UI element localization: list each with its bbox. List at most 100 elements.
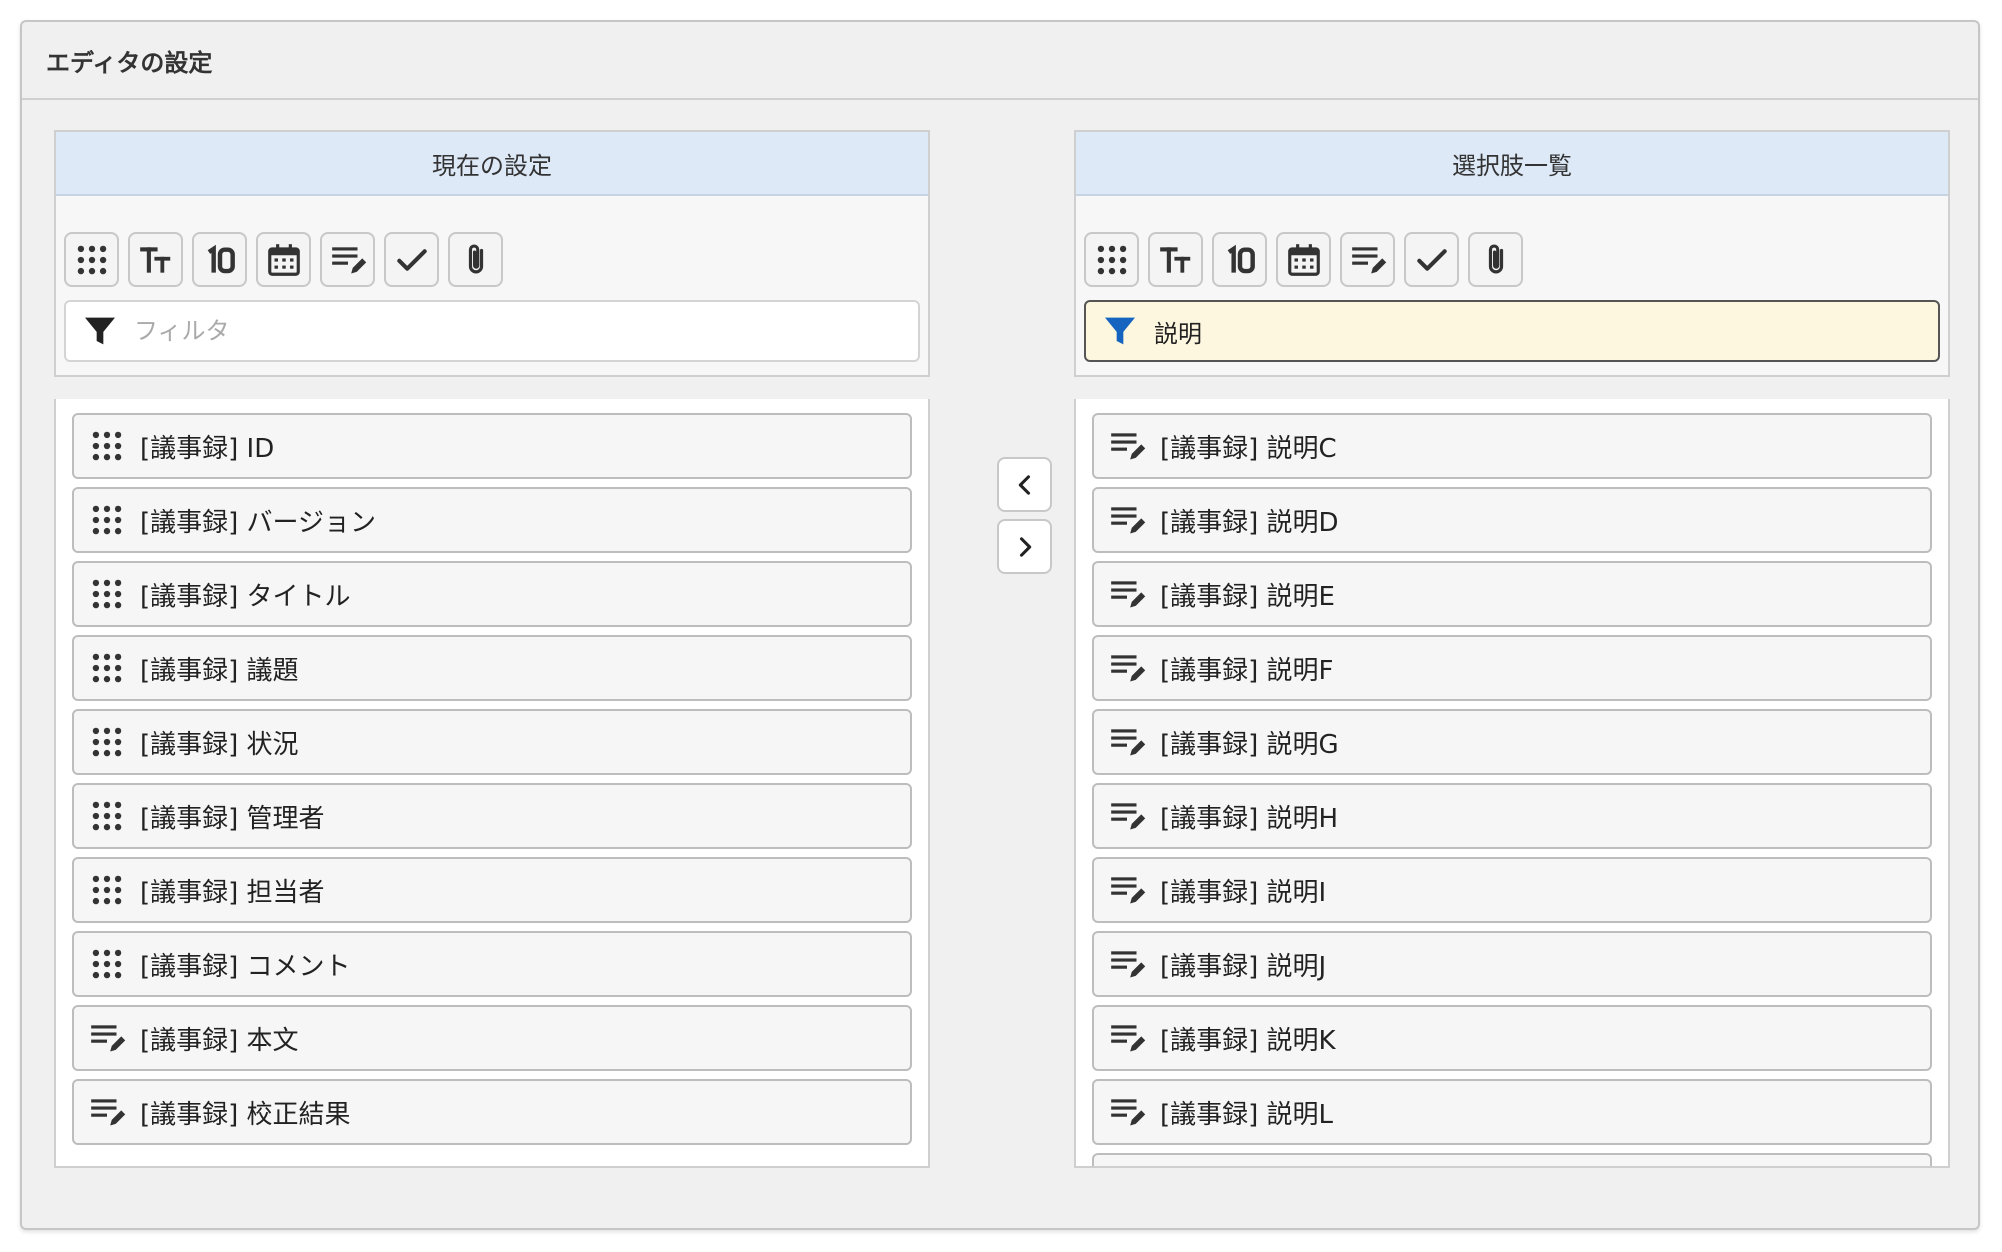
list-item-label: [議事録] 議題 — [140, 655, 299, 686]
grid-icon — [77, 245, 106, 274]
grid-icon — [1097, 245, 1126, 274]
text-edit-icon — [1108, 1167, 1146, 1168]
text-edit-icon — [1111, 877, 1146, 904]
current-settings-header-area: 現在の設定 — [54, 130, 930, 377]
filter-icon — [1105, 317, 1135, 345]
text-edit-icon — [91, 1099, 126, 1126]
list-item[interactable]: [議事録] 担当者 — [72, 857, 912, 923]
list-item[interactable]: [議事録] 説明M — [1092, 1153, 1932, 1169]
text-size-icon — [1159, 246, 1190, 273]
current-settings-list[interactable]: [議事録] ID [議事録] バージョン [議事録] タイトル [議事録] 議題 [議事… — [54, 399, 930, 1168]
list-item-label: [議事録] タイトル — [140, 581, 351, 612]
list-item[interactable]: [議事録] 説明D — [1092, 487, 1932, 553]
text-edit-icon — [1111, 507, 1146, 534]
list-item-label: [議事録] 説明H — [1160, 803, 1339, 834]
options-filter-input[interactable] — [1152, 316, 1916, 346]
options-title: 選択肢一覧 — [1076, 132, 1948, 196]
list-item[interactable]: [議事録] 説明L — [1092, 1079, 1932, 1145]
current-settings-filter[interactable] — [64, 300, 920, 362]
list-item-label: [議事録] 説明G — [1160, 729, 1339, 760]
grid-icon — [92, 505, 122, 535]
field-type-attachment-button[interactable] — [1468, 232, 1523, 287]
field-type-choice-button[interactable] — [64, 232, 119, 287]
move-left-button[interactable] — [997, 457, 1052, 512]
grid-icon — [92, 875, 122, 905]
calendar-icon — [1287, 243, 1320, 276]
move-right-button[interactable] — [997, 519, 1052, 574]
options-filter[interactable] — [1084, 300, 1940, 362]
list-item-label: [議事録] 説明J — [1160, 951, 1327, 982]
list-item-label: [議事録] 説明F — [1160, 655, 1334, 686]
list-item[interactable]: [議事録] 説明F — [1092, 635, 1932, 701]
number-icon — [1227, 244, 1255, 273]
field-type-number-button[interactable] — [192, 232, 247, 287]
list-item[interactable]: [議事録] 説明K — [1092, 1005, 1932, 1071]
grid-icon — [92, 949, 122, 979]
list-item[interactable]: [議事録] バージョン — [72, 487, 912, 553]
text-edit-icon — [1111, 655, 1146, 682]
list-item[interactable]: [議事録] ID — [72, 413, 912, 479]
check-icon — [1416, 248, 1447, 271]
list-item[interactable]: [議事録] 説明C — [1092, 413, 1932, 479]
list-item-label: [議事録] 説明D — [1160, 507, 1339, 538]
list-item[interactable]: [議事録] 説明E — [1092, 561, 1932, 627]
filter-icon — [85, 317, 115, 345]
text-edit-icon — [331, 246, 366, 273]
list-item-label: [議事録] コメント — [140, 951, 351, 982]
list-item[interactable]: [議事録] 校正結果 — [72, 1079, 912, 1145]
field-type-description-button[interactable] — [320, 232, 375, 287]
list-item-label: [議事録] 校正結果 — [140, 1099, 351, 1130]
grid-icon — [92, 653, 122, 683]
list-item[interactable]: [議事録] 説明I — [1092, 857, 1932, 923]
options-header-area: 選択肢一覧 — [1074, 130, 1950, 377]
field-type-date-button[interactable] — [256, 232, 311, 287]
number-icon — [207, 244, 235, 273]
list-item-label: [議事録] 説明I — [1160, 877, 1327, 908]
list-item-label: [議事録] 管理者 — [140, 803, 325, 834]
paperclip-icon — [1488, 244, 1503, 273]
check-icon — [396, 248, 427, 271]
options-toolbar — [1084, 232, 1523, 287]
text-edit-icon — [1111, 581, 1146, 608]
text-edit-icon — [1111, 729, 1146, 756]
options-list[interactable]: [議事録] 説明C [議事録] 説明D [議事録] 説明E [議事録] 説明F [議事録… — [1074, 399, 1950, 1168]
list-item-label: [議事録] 説明K — [1160, 1025, 1336, 1056]
grid-icon — [92, 727, 122, 757]
list-item-label: [議事録] 説明M — [1160, 1168, 1341, 1169]
current-settings-column: 現在の設定 [議事録] ID[議事録] バージョン[議事録] タイトル[議事録]… — [54, 130, 930, 1168]
chevron-left-icon — [1018, 474, 1030, 495]
field-type-text-button[interactable] — [128, 232, 183, 287]
field-type-attachment-button[interactable] — [448, 232, 503, 287]
field-type-check-button[interactable] — [384, 232, 439, 287]
field-type-date-button[interactable] — [1276, 232, 1331, 287]
current-settings-toolbar — [64, 232, 503, 287]
list-item[interactable]: [議事録] コメント — [72, 931, 912, 997]
field-type-text-button[interactable] — [1148, 232, 1203, 287]
calendar-icon — [267, 243, 300, 276]
list-item-label: [議事録] 説明E — [1160, 581, 1335, 612]
field-type-choice-button[interactable] — [1084, 232, 1139, 287]
grid-icon — [92, 431, 122, 461]
current-settings-filter-input[interactable] — [132, 316, 896, 346]
list-item-label: [議事録] バージョン — [140, 507, 377, 538]
list-item[interactable]: [議事録] 議題 — [72, 635, 912, 701]
list-item[interactable]: [議事録] 説明G — [1092, 709, 1932, 775]
panel-title: エディタの設定 — [22, 22, 1978, 100]
grid-icon — [92, 579, 122, 609]
field-type-number-button[interactable] — [1212, 232, 1267, 287]
text-edit-icon — [1111, 1025, 1146, 1052]
field-type-check-button[interactable] — [1404, 232, 1459, 287]
field-type-description-button[interactable] — [1340, 232, 1395, 287]
list-item[interactable]: [議事録] 説明J — [1092, 931, 1932, 997]
list-item[interactable]: [議事録] 管理者 — [72, 783, 912, 849]
list-item-label: [議事録] ID — [140, 433, 275, 464]
list-item[interactable]: [議事録] 説明H — [1092, 783, 1932, 849]
text-edit-icon — [1111, 803, 1146, 830]
list-item[interactable]: [議事録] タイトル — [72, 561, 912, 627]
options-column: 選択肢一覧 [議事録] 説明C[議事録] 説明D[議事録] 説明E[議事録] 説… — [1074, 130, 1950, 1168]
list-item[interactable]: [議事録] 本文 — [72, 1005, 912, 1071]
list-item[interactable]: [議事録] 状況 — [72, 709, 912, 775]
editor-settings-panel: エディタの設定 現在の設定 [議事録] ID [議事録] バージョン [議事録] タ… — [20, 20, 1980, 1230]
text-edit-icon — [1111, 433, 1146, 460]
text-edit-icon — [1111, 1099, 1146, 1126]
